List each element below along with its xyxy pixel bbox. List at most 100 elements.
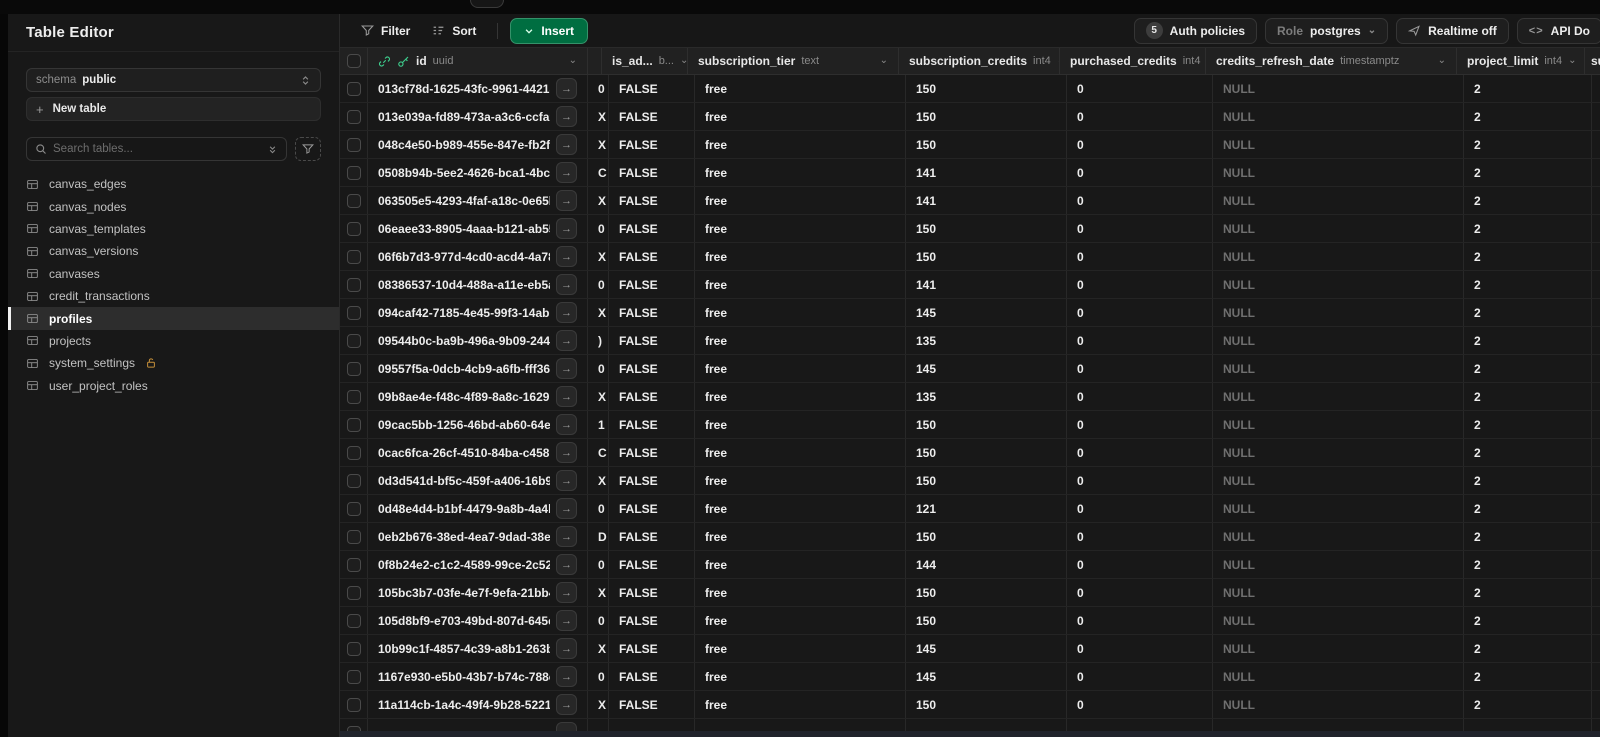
cell-credits-refresh-date[interactable]: NULL	[1213, 663, 1464, 690]
cell-subscription-tier[interactable]: free	[695, 215, 906, 242]
row-checkbox[interactable]	[346, 613, 361, 628]
column-menu-icon[interactable]: ⌄	[680, 56, 687, 66]
sidebar-item-profiles[interactable]: profiles	[8, 307, 339, 331]
cell-subscription-tier[interactable]: free	[695, 635, 906, 662]
row-checkbox[interactable]	[346, 417, 361, 432]
cell-credits-refresh-date[interactable]: NULL	[1213, 607, 1464, 634]
cell-subscription-tier[interactable]: free	[695, 579, 906, 606]
cell-subscription-tier[interactable]: free	[695, 439, 906, 466]
cell-is-admin[interactable]: FALSE	[609, 691, 695, 718]
column-header-subscription-credits[interactable]: subscription_credits int4 ⌄	[899, 48, 1060, 74]
expand-row-button[interactable]: →	[556, 386, 577, 407]
schema-select[interactable]: schema public	[26, 68, 321, 92]
cell-id[interactable]: 105d8bf9-e703-49bd-807d-645e... →	[368, 607, 588, 634]
cell-project-limit[interactable]: 2	[1464, 159, 1592, 186]
column-header-purchased-credits[interactable]: purchased_credits int4 ⌄	[1060, 48, 1206, 74]
cell-purchased-credits[interactable]: 0	[1067, 271, 1213, 298]
row-checkbox[interactable]	[346, 137, 361, 152]
cell-clipped-su[interactable]: NULL	[1592, 495, 1600, 522]
cell-id[interactable]: 10b99c1f-4857-4c39-a8b1-263b8... →	[368, 635, 588, 662]
cell-subscription-credits[interactable]: 141	[906, 187, 1067, 214]
cell-credits-refresh-date[interactable]: NULL	[1213, 103, 1464, 130]
cell-project-limit[interactable]: 2	[1464, 187, 1592, 214]
select-all-checkbox[interactable]	[346, 54, 361, 68]
cell-id[interactable]: 08386537-10d4-488a-a11e-eb5a6... →	[368, 271, 588, 298]
cell-subscription-tier[interactable]: free	[695, 691, 906, 718]
cell-clipped[interactable]: X	[588, 635, 609, 662]
insert-button[interactable]: Insert	[510, 17, 589, 44]
expand-row-button[interactable]: →	[556, 106, 577, 127]
cell-project-limit[interactable]: 2	[1464, 383, 1592, 410]
cell-clipped-su[interactable]: NULL	[1592, 355, 1600, 382]
expand-row-button[interactable]: →	[556, 610, 577, 631]
cell-id[interactable]: 09557f5a-0dcb-4cb9-a6fb-fff366... →	[368, 355, 588, 382]
row-checkbox[interactable]	[346, 445, 361, 460]
expand-row-button[interactable]: →	[556, 554, 577, 575]
cell-clipped[interactable]: X	[588, 103, 609, 130]
row-checkbox[interactable]	[346, 109, 361, 124]
cell-credits-refresh-date[interactable]: NULL	[1213, 523, 1464, 550]
cell-project-limit[interactable]: 2	[1464, 75, 1592, 102]
row-checkbox[interactable]	[346, 249, 361, 264]
auth-policies-button[interactable]: 5 Auth policies	[1133, 17, 1258, 44]
row-checkbox[interactable]	[346, 557, 361, 572]
cell-purchased-credits[interactable]: 0	[1067, 159, 1213, 186]
cell-subscription-credits[interactable]: 150	[906, 243, 1067, 270]
column-header-project-limit[interactable]: project_limit int4 ⌄	[1457, 48, 1585, 74]
role-select-button[interactable]: Role postgres ⌄	[1265, 17, 1389, 44]
cell-clipped[interactable]: X	[588, 383, 609, 410]
cell-clipped[interactable]: C	[588, 439, 609, 466]
cell-credits-refresh-date[interactable]: NULL	[1213, 691, 1464, 718]
row-checkbox[interactable]	[346, 193, 361, 208]
cell-id[interactable]: 105bc3b7-03fe-4e7f-9efa-21bb40... →	[368, 579, 588, 606]
cell-clipped-su[interactable]: NULL	[1592, 439, 1600, 466]
cell-is-admin[interactable]: FALSE	[609, 215, 695, 242]
cell-subscription-credits[interactable]: 135	[906, 383, 1067, 410]
cell-project-limit[interactable]: 2	[1464, 663, 1592, 690]
cell-is-admin[interactable]: FALSE	[609, 243, 695, 270]
cell-subscription-tier[interactable]: free	[695, 411, 906, 438]
expand-row-button[interactable]: →	[556, 498, 577, 519]
cell-purchased-credits[interactable]: 0	[1067, 131, 1213, 158]
cell-clipped[interactable]: X	[588, 299, 609, 326]
cell-clipped[interactable]: )	[588, 327, 609, 354]
row-checkbox[interactable]	[346, 669, 361, 684]
cell-clipped[interactable]: X	[588, 243, 609, 270]
cell-credits-refresh-date[interactable]: NULL	[1213, 551, 1464, 578]
cell-is-admin[interactable]: FALSE	[609, 383, 695, 410]
cell-purchased-credits[interactable]: 0	[1067, 579, 1213, 606]
cell-clipped[interactable]: X	[588, 131, 609, 158]
row-checkbox[interactable]	[346, 305, 361, 320]
cell-subscription-tier[interactable]: free	[695, 607, 906, 634]
cell-purchased-credits[interactable]: 0	[1067, 327, 1213, 354]
cell-clipped[interactable]: D	[588, 523, 609, 550]
cell-project-limit[interactable]: 2	[1464, 551, 1592, 578]
cell-clipped[interactable]: 1	[588, 411, 609, 438]
cell-credits-refresh-date[interactable]: NULL	[1213, 131, 1464, 158]
column-menu-icon[interactable]: ⌄	[880, 56, 888, 66]
cell-clipped-su[interactable]: NULL	[1592, 131, 1600, 158]
cell-clipped[interactable]: 0	[588, 355, 609, 382]
cell-id[interactable]: 0d3d541d-bf5c-459f-a406-16b93... →	[368, 467, 588, 494]
expand-row-button[interactable]: →	[556, 78, 577, 99]
expand-row-button[interactable]: →	[556, 358, 577, 379]
cell-clipped-su[interactable]: NULL	[1592, 271, 1600, 298]
cell-id[interactable]: 013cf78d-1625-43fc-9961-442189... →	[368, 75, 588, 102]
cell-clipped[interactable]: C	[588, 159, 609, 186]
cell-subscription-credits[interactable]: 141	[906, 271, 1067, 298]
cell-subscription-tier[interactable]: free	[695, 383, 906, 410]
cell-subscription-credits[interactable]: 145	[906, 299, 1067, 326]
row-checkbox[interactable]	[346, 529, 361, 544]
row-checkbox[interactable]	[346, 277, 361, 292]
cell-is-admin[interactable]: FALSE	[609, 495, 695, 522]
cell-subscription-credits[interactable]: 141	[906, 159, 1067, 186]
row-checkbox[interactable]	[346, 333, 361, 348]
sort-button[interactable]: Sort	[423, 18, 485, 44]
row-checkbox[interactable]	[346, 361, 361, 376]
cell-subscription-credits[interactable]: 150	[906, 691, 1067, 718]
expand-row-button[interactable]: →	[556, 246, 577, 267]
cell-subscription-credits[interactable]: 150	[906, 439, 1067, 466]
sidebar-item-user_project_roles[interactable]: user_project_roles	[8, 375, 339, 397]
search-tables-box[interactable]	[26, 137, 287, 161]
cell-subscription-credits[interactable]: 150	[906, 607, 1067, 634]
